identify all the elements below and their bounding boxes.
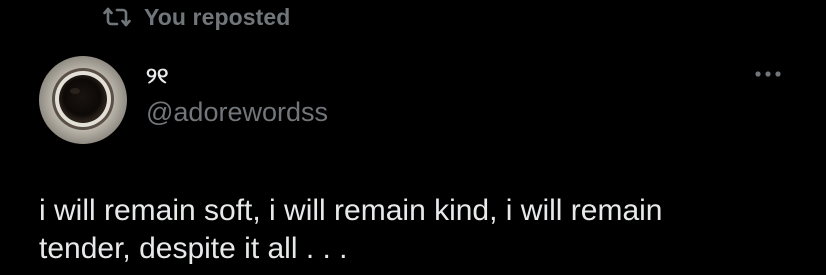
- avatar[interactable]: [39, 56, 127, 144]
- repost-label: You reposted: [144, 3, 291, 30]
- repost-icon: [103, 5, 131, 29]
- tweet-text: i will remain soft, i will remain kind, …: [39, 194, 663, 265]
- author-handle[interactable]: @adorewordss: [146, 96, 328, 128]
- author-display-name[interactable]: ୨୧: [146, 64, 168, 88]
- more-options-icon: [753, 70, 783, 78]
- more-options-button[interactable]: [752, 64, 784, 84]
- repost-indicator[interactable]: You reposted: [103, 2, 290, 32]
